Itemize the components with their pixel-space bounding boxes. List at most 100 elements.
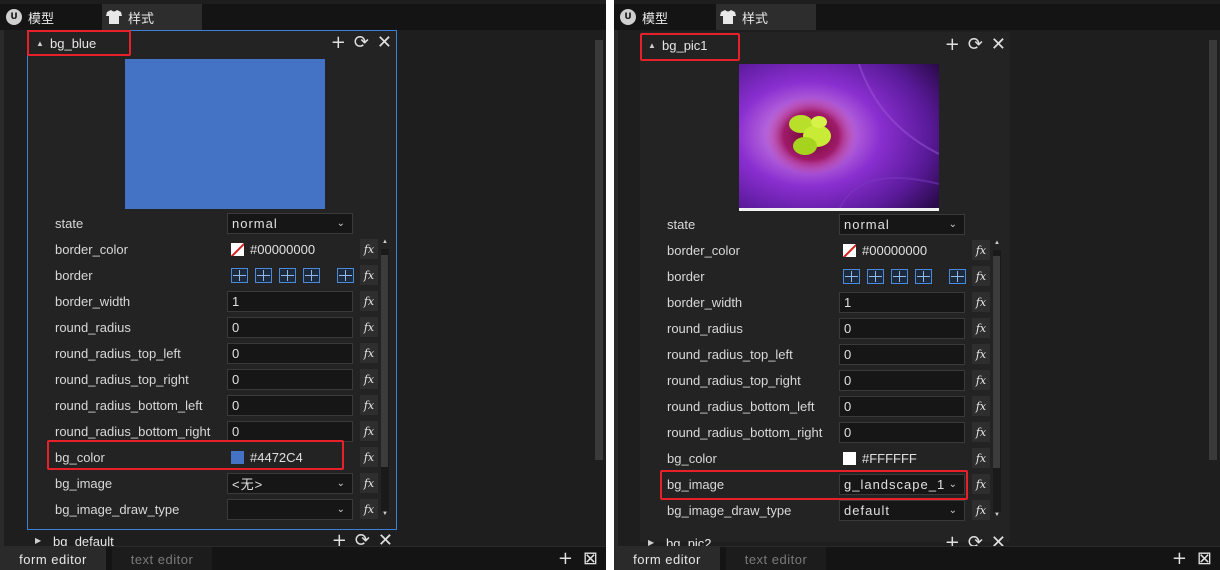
- function-fx-icon[interactable]: fx: [360, 447, 378, 467]
- function-fx-icon[interactable]: fx: [360, 395, 378, 415]
- border-all-icon[interactable]: [337, 267, 354, 283]
- scroll-up-icon[interactable]: ▲: [993, 240, 1001, 246]
- right-panel: U 模型 样式 ▲ bg_pic1 + ⟳ ✕ state normal ⌄ b…: [614, 0, 1220, 570]
- properties-scroll-thumb[interactable]: [381, 255, 388, 467]
- function-fx-icon[interactable]: fx: [360, 369, 378, 389]
- function-fx-icon[interactable]: fx: [972, 500, 990, 520]
- outer-scrollbar[interactable]: [1208, 30, 1218, 544]
- add-icon[interactable]: +: [558, 549, 573, 569]
- property-label: round_radius_top_left: [55, 345, 181, 361]
- tab-model[interactable]: U 模型: [614, 4, 710, 30]
- tab-style[interactable]: 样式: [102, 4, 202, 30]
- border-right-icon[interactable]: [867, 268, 884, 284]
- property-label: border_color: [55, 241, 128, 257]
- property-select[interactable]: normal ⌄: [227, 212, 353, 234]
- style-group-bg-pic1: ▲ bg_pic1 + ⟳ ✕ state normal ⌄ border_co…: [640, 32, 1010, 542]
- select-value: <无>: [232, 476, 264, 492]
- expand-triangle-icon[interactable]: ▶: [35, 536, 45, 545]
- property-input[interactable]: 0: [839, 369, 965, 391]
- property-select[interactable]: <无> ⌄: [227, 472, 353, 494]
- border-bottom-icon[interactable]: [303, 267, 320, 283]
- style-group-next-header[interactable]: ▶ bg_default + ⟳ ✕: [27, 533, 397, 547]
- delete-icon[interactable]: ⊠: [1197, 549, 1212, 569]
- group-header-actions: + ⟳ ✕: [945, 35, 1006, 55]
- function-fx-icon[interactable]: fx: [972, 266, 990, 286]
- function-fx-icon[interactable]: fx: [972, 474, 990, 494]
- close-icon[interactable]: ✕: [991, 35, 1006, 55]
- refresh-icon[interactable]: ⟳: [355, 533, 370, 547]
- function-fx-icon[interactable]: fx: [360, 317, 378, 337]
- add-icon[interactable]: +: [331, 33, 346, 53]
- property-label: round_radius: [667, 320, 743, 336]
- property-input[interactable]: 0: [839, 421, 965, 443]
- function-fx-icon[interactable]: fx: [360, 239, 378, 259]
- tab-text-editor[interactable]: text editor: [726, 547, 826, 570]
- property-row-round-radius-bottom-right: round_radius_bottom_right 0 fx: [28, 420, 388, 442]
- outer-scrollbar[interactable]: [594, 30, 604, 544]
- function-fx-icon[interactable]: fx: [360, 421, 378, 441]
- function-fx-icon[interactable]: fx: [972, 240, 990, 260]
- border-bottom-icon[interactable]: [915, 268, 932, 284]
- close-icon[interactable]: ✕: [377, 33, 392, 53]
- property-select[interactable]: default ⌄: [839, 499, 965, 521]
- function-fx-icon[interactable]: fx: [360, 499, 378, 519]
- add-icon[interactable]: +: [1172, 549, 1187, 569]
- property-input[interactable]: 0: [227, 420, 353, 442]
- add-icon[interactable]: +: [332, 533, 347, 547]
- scroll-up-icon[interactable]: ▲: [381, 239, 389, 245]
- color-picker[interactable]: #00000000: [839, 240, 965, 261]
- border-left-icon[interactable]: [231, 267, 248, 283]
- property-select[interactable]: ⌄: [227, 498, 353, 520]
- property-input[interactable]: 0: [839, 317, 965, 339]
- property-label: border: [55, 267, 93, 283]
- add-icon[interactable]: +: [945, 35, 960, 55]
- highlight-box-title: [640, 33, 740, 61]
- function-fx-icon[interactable]: fx: [360, 343, 378, 363]
- function-fx-icon[interactable]: fx: [972, 318, 990, 338]
- property-input[interactable]: 0: [227, 394, 353, 416]
- refresh-icon[interactable]: ⟳: [968, 35, 983, 55]
- function-fx-icon[interactable]: fx: [360, 291, 378, 311]
- property-row-round-radius: round_radius 0 fx: [640, 317, 1000, 339]
- border-top-icon[interactable]: [891, 268, 908, 284]
- scroll-down-icon[interactable]: ▼: [381, 511, 389, 517]
- outer-scroll-thumb[interactable]: [1209, 40, 1217, 460]
- function-fx-icon[interactable]: fx: [360, 265, 378, 285]
- property-select[interactable]: normal ⌄: [839, 213, 965, 235]
- property-input[interactable]: 1: [839, 291, 965, 313]
- delete-icon[interactable]: ⊠: [583, 549, 598, 569]
- transparent-swatch-icon[interactable]: [231, 242, 244, 256]
- property-input[interactable]: 0: [227, 342, 353, 364]
- tab-model[interactable]: U 模型: [0, 4, 96, 30]
- border-right-icon[interactable]: [255, 267, 272, 283]
- tab-style[interactable]: 样式: [716, 4, 816, 30]
- border-all-icon[interactable]: [949, 268, 966, 284]
- border-top-icon[interactable]: [279, 267, 296, 283]
- property-input[interactable]: 1: [227, 290, 353, 312]
- property-row-border: border fx: [640, 265, 1000, 287]
- function-fx-icon[interactable]: fx: [972, 448, 990, 468]
- scroll-down-icon[interactable]: ▼: [993, 512, 1001, 518]
- transparent-swatch-icon[interactable]: [843, 243, 856, 257]
- function-fx-icon[interactable]: fx: [972, 344, 990, 364]
- outer-scroll-thumb[interactable]: [595, 40, 603, 460]
- function-fx-icon[interactable]: fx: [360, 473, 378, 493]
- function-fx-icon[interactable]: fx: [972, 292, 990, 312]
- color-swatch[interactable]: [843, 451, 856, 465]
- color-picker[interactable]: #00000000: [227, 239, 353, 260]
- function-fx-icon[interactable]: fx: [972, 370, 990, 390]
- refresh-icon[interactable]: ⟳: [354, 33, 369, 53]
- tab-form-editor[interactable]: form editor: [0, 547, 106, 570]
- function-fx-icon[interactable]: fx: [972, 396, 990, 416]
- property-input[interactable]: 0: [227, 368, 353, 390]
- properties-scroll-thumb[interactable]: [993, 256, 1000, 468]
- color-picker[interactable]: #FFFFFF: [839, 448, 965, 469]
- property-input[interactable]: 0: [839, 343, 965, 365]
- tab-text-editor[interactable]: text editor: [112, 547, 212, 570]
- close-icon[interactable]: ✕: [378, 533, 393, 547]
- property-input[interactable]: 0: [839, 395, 965, 417]
- tab-form-editor[interactable]: form editor: [614, 547, 720, 570]
- border-left-icon[interactable]: [843, 268, 860, 284]
- property-input[interactable]: 0: [227, 316, 353, 338]
- function-fx-icon[interactable]: fx: [972, 422, 990, 442]
